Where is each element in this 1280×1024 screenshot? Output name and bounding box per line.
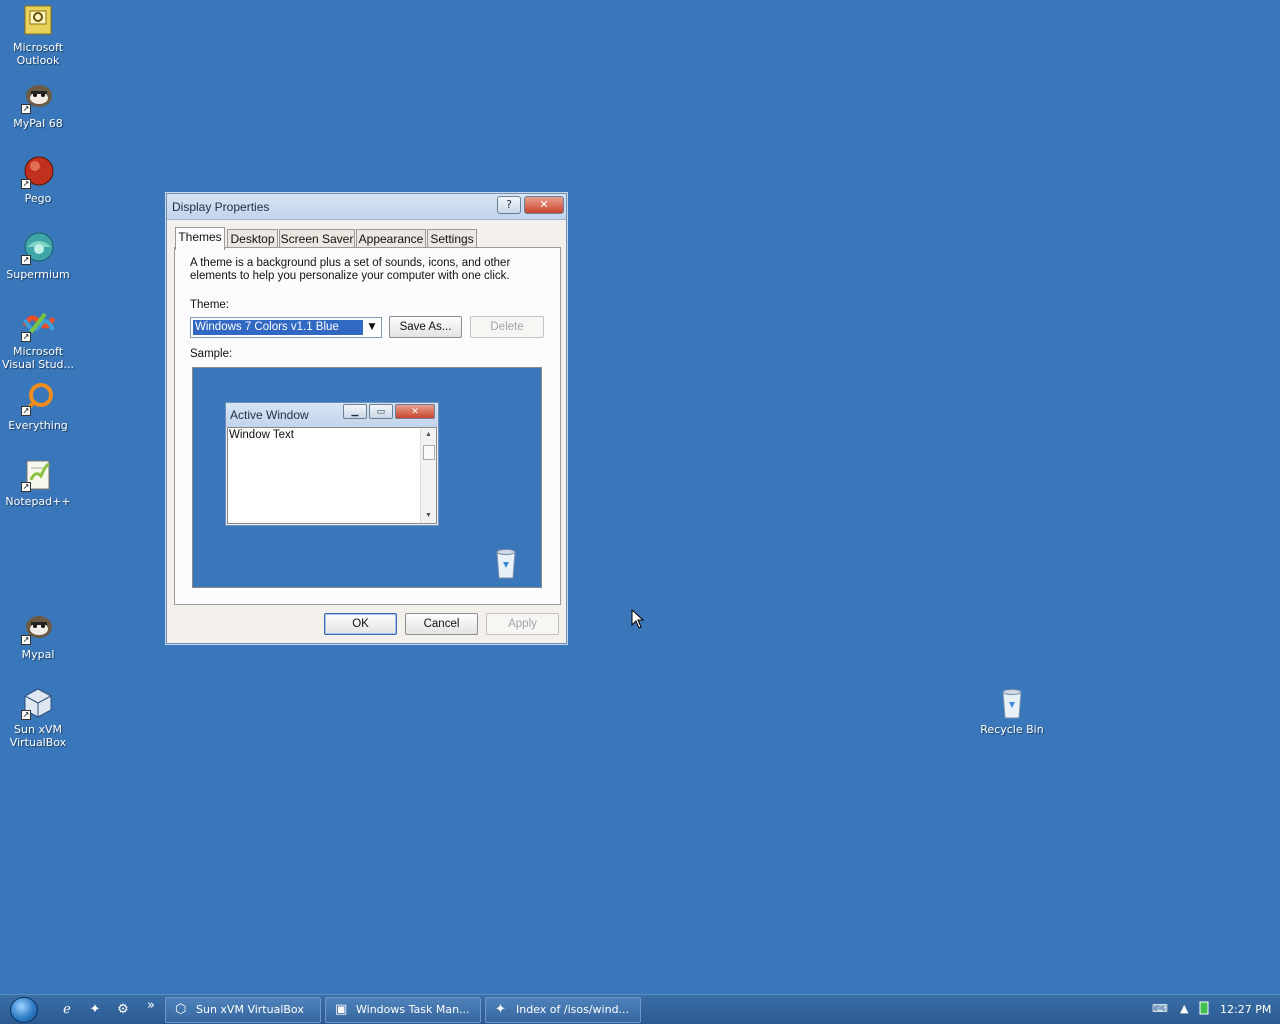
shortcut-arrow-icon: ↗ <box>21 255 31 265</box>
tab-desktop[interactable]: Desktop <box>227 229 278 249</box>
save-as-button[interactable]: Save As... <box>389 316 462 338</box>
desktop-icon-label: Microsoft <box>12 345 64 358</box>
taskbar-button-label: Windows Task Man... <box>356 1003 470 1016</box>
cancel-button[interactable]: Cancel <box>405 613 478 635</box>
desktop-icon-mypal68[interactable]: ↗ MyPal 68 <box>0 80 76 130</box>
virtualbox-icon: ⬡ <box>175 1002 187 1017</box>
taskbar-button-task-manager[interactable]: ▣ Windows Task Man... <box>325 997 481 1023</box>
clock[interactable]: 12:27 PM <box>1220 1003 1271 1016</box>
desktop-icon-visual-studio[interactable]: ↗ Microsoft Visual Stud... <box>0 308 76 371</box>
delete-button[interactable]: Delete <box>470 316 544 338</box>
sample-window-text: Window Text <box>229 429 294 441</box>
taskbar-button-label: Index of /isos/wind... <box>516 1003 630 1016</box>
notepadpp-icon: ↗ <box>21 458 55 492</box>
desktop-icon-pego[interactable]: ↗ Pego <box>0 155 76 205</box>
everything-icon: ↗ <box>21 382 55 416</box>
sample-active-window: Active Window ▁ ▭ ✕ Window Text ▲ ▼ <box>225 402 439 526</box>
theme-description: A theme is a background plus a set of so… <box>190 257 511 282</box>
desktop-icon-virtualbox[interactable]: ↗ Sun xVM VirtualBox <box>0 686 76 749</box>
supermium-icon: ↗ <box>21 231 55 265</box>
shortcut-arrow-icon: ↗ <box>21 104 31 114</box>
sample-label: Sample: <box>190 348 233 360</box>
theme-select-value: Windows 7 Colors v1.1 Blue <box>192 319 364 336</box>
settings-icon[interactable]: ⚙ <box>114 1001 132 1019</box>
taskbar-button-label: Sun xVM VirtualBox <box>196 1003 304 1016</box>
taskbar-button-virtualbox[interactable]: ⬡ Sun xVM VirtualBox <box>165 997 321 1023</box>
desktop-icon-label: Recycle Bin <box>980 723 1044 736</box>
start-button[interactable] <box>10 997 38 1023</box>
desktop-icon-label: Mypal <box>21 648 55 661</box>
visual-studio-icon: ↗ <box>21 308 56 342</box>
tab-screen-saver[interactable]: Screen Saver <box>279 229 355 249</box>
scroll-thumb <box>423 445 435 460</box>
virtualbox-icon: ↗ <box>21 686 55 720</box>
taskbar: ℯ ✦ ⚙ » ⬡ Sun xVM VirtualBox ▣ Windows T… <box>0 994 1280 1024</box>
desktop-icon-supermium[interactable]: ↗ Supermium <box>0 231 76 281</box>
quick-launch-more-button[interactable]: » <box>142 997 160 1015</box>
display-properties-dialog: Display Properties ? ✕ Themes Desktop Sc… <box>166 193 567 644</box>
themes-panel: A theme is a background plus a set of so… <box>174 247 561 605</box>
maximize-icon: ▭ <box>369 404 393 419</box>
desktop-icon-recycle-bin[interactable]: Recycle Bin <box>974 686 1050 736</box>
tab-settings[interactable]: Settings <box>427 229 477 249</box>
desktop-icon-label: Everything <box>8 419 68 432</box>
help-button[interactable]: ? <box>497 196 521 214</box>
task-manager-icon: ▣ <box>335 1002 348 1017</box>
scroll-down-icon: ▼ <box>425 512 432 519</box>
sample-window-titlebar: Active Window ▁ ▭ ✕ <box>226 403 438 427</box>
theme-sample-preview: Active Window ▁ ▭ ✕ Window Text ▲ ▼ <box>192 367 542 588</box>
recycle-bin-icon <box>491 546 521 584</box>
desktop-icon-label: VirtualBox <box>9 736 67 749</box>
mypal-icon: ↗ <box>21 611 55 645</box>
keyboard-icon[interactable]: ⌨ <box>1152 1002 1168 1015</box>
shortcut-arrow-icon: ↗ <box>21 332 31 342</box>
shortcut-arrow-icon: ↗ <box>21 406 31 416</box>
desktop-icon-label: Supermium <box>6 268 70 281</box>
minimize-icon: ▁ <box>343 404 367 419</box>
mypal-icon[interactable]: ✦ <box>86 1001 104 1019</box>
sample-window-title: Active Window <box>230 408 309 422</box>
battery-icon[interactable] <box>1199 1001 1209 1018</box>
theme-label: Theme: <box>190 299 229 311</box>
desktop-icon-label: Sun xVM <box>14 723 62 736</box>
desktop-icon-label: Notepad++ <box>5 495 71 508</box>
desktop-icon-label: Visual Stud... <box>1 358 75 371</box>
internet-explorer-icon[interactable]: ℯ <box>58 1001 76 1019</box>
mouse-cursor-icon <box>631 608 645 633</box>
close-icon: ✕ <box>395 404 435 419</box>
shortcut-arrow-icon: ↗ <box>21 482 31 492</box>
desktop-icon-label: Pego <box>24 192 52 205</box>
desktop-icon-label: Outlook <box>16 54 60 67</box>
tab-appearance[interactable]: Appearance <box>356 229 426 249</box>
show-hidden-icons-icon[interactable]: ▲ <box>1180 1002 1188 1015</box>
mypal-icon: ↗ <box>21 80 55 114</box>
pego-icon: ↗ <box>21 155 55 189</box>
dialog-titlebar[interactable]: Display Properties ? ✕ <box>167 194 566 220</box>
scroll-up-icon: ▲ <box>425 431 432 438</box>
dropdown-arrow-icon[interactable]: ▼ <box>364 319 380 336</box>
tab-themes[interactable]: Themes <box>175 227 225 250</box>
recycle-bin-icon <box>995 686 1029 720</box>
ok-button[interactable]: OK <box>324 613 397 635</box>
apply-button[interactable]: Apply <box>486 613 559 635</box>
desktop-icon-notepadpp[interactable]: ↗ Notepad++ <box>0 458 76 508</box>
desktop-icon-mypal[interactable]: ↗ Mypal <box>0 611 76 661</box>
shortcut-arrow-icon: ↗ <box>21 710 31 720</box>
desktop-icon-label: MyPal 68 <box>13 117 63 130</box>
desktop-icon-everything[interactable]: ↗ Everything <box>0 382 76 432</box>
desktop-icon-label: Microsoft <box>12 41 64 54</box>
shortcut-arrow-icon: ↗ <box>21 179 31 189</box>
desktop-icon-outlook[interactable]: Microsoft Outlook <box>0 4 76 67</box>
mypal-icon: ✦ <box>495 1002 506 1017</box>
close-button[interactable]: ✕ <box>524 196 564 214</box>
outlook-icon <box>21 4 55 38</box>
dialog-title: Display Properties <box>172 200 270 214</box>
shortcut-arrow-icon: ↗ <box>21 635 31 645</box>
theme-select[interactable]: Windows 7 Colors v1.1 Blue ▼ <box>190 317 382 338</box>
sample-window-body: Window Text ▲ ▼ <box>227 427 437 524</box>
taskbar-button-browser[interactable]: ✦ Index of /isos/wind... <box>485 997 641 1023</box>
sample-scrollbar: ▲ ▼ <box>420 428 436 523</box>
